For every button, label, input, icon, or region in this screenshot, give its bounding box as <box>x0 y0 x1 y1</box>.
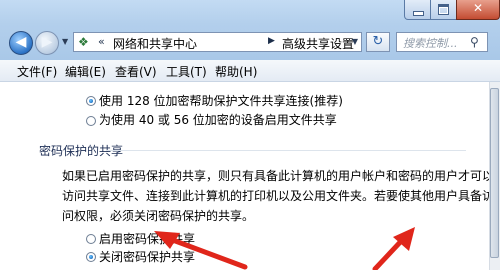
forward-button[interactable]: ▶ <box>35 31 59 55</box>
breadcrumb-network-center[interactable]: 网络和共享中心 <box>113 35 197 52</box>
address-bar[interactable]: ❖ « 网络和共享中心 ▶ 高级共享设置 <box>73 32 362 52</box>
forward-arrow-icon: ▶ <box>41 34 53 50</box>
refresh-icon: ↻ <box>372 34 384 49</box>
description-line-1: 如果已启用密码保护的共享，则只有具备此计算机的用户帐户和密码的用户才可以 <box>62 169 495 183</box>
close-button[interactable] <box>456 0 500 20</box>
radio-enable-password-sharing[interactable] <box>86 234 96 244</box>
minimize-button[interactable] <box>404 0 431 20</box>
annotation-arrow-left <box>154 231 248 270</box>
search-icon[interactable]: ⚲ <box>470 35 479 49</box>
menu-bar: 文件(F) 编辑(E) 查看(V) 工具(T) 帮助(H) <box>0 60 500 82</box>
menu-view[interactable]: 查看(V) <box>115 63 157 80</box>
annotation-arrow-right <box>372 227 415 270</box>
scrollbar-thumb[interactable] <box>490 88 499 258</box>
network-center-icon: ❖ <box>78 35 89 49</box>
back-arrow-icon: ◀ <box>15 34 27 50</box>
back-button[interactable]: ◀ <box>9 31 33 55</box>
radio-40-56bit-encryption[interactable] <box>86 116 96 126</box>
menu-tools[interactable]: 工具(T) <box>166 63 207 80</box>
recent-pages-dropdown[interactable]: ▼ <box>62 37 68 46</box>
radio-128bit-encryption[interactable] <box>86 96 96 106</box>
radio-disable-password-sharing[interactable] <box>86 252 96 262</box>
option-40-56bit-label[interactable]: 为使用 40 或 56 位加密的设备启用文件共享 <box>99 111 337 128</box>
menu-help[interactable]: 帮助(H) <box>215 63 257 80</box>
address-dropdown-icon[interactable]: ▼ <box>348 32 362 52</box>
address-overflow-chevron[interactable]: « <box>98 35 105 48</box>
description-line-3: 问权限，必须关闭密码保护的共享。 <box>62 209 255 223</box>
refresh-button[interactable]: ↻ <box>366 32 390 52</box>
menu-edit[interactable]: 编辑(E) <box>65 63 106 80</box>
section-divider <box>106 150 466 151</box>
maximize-button[interactable] <box>430 0 457 20</box>
breadcrumb-separator-icon[interactable]: ▶ <box>268 36 275 46</box>
breadcrumb-advanced-sharing[interactable]: 高级共享设置 <box>282 35 354 52</box>
option-128bit-label[interactable]: 使用 128 位加密帮助保护文件共享连接(推荐) <box>99 92 343 109</box>
description-line-2: 访问共享文件、连接到此计算机的打印机以及公用文件夹。若要使其他用户具备访 <box>62 189 495 203</box>
menu-file[interactable]: 文件(F) <box>17 63 57 80</box>
